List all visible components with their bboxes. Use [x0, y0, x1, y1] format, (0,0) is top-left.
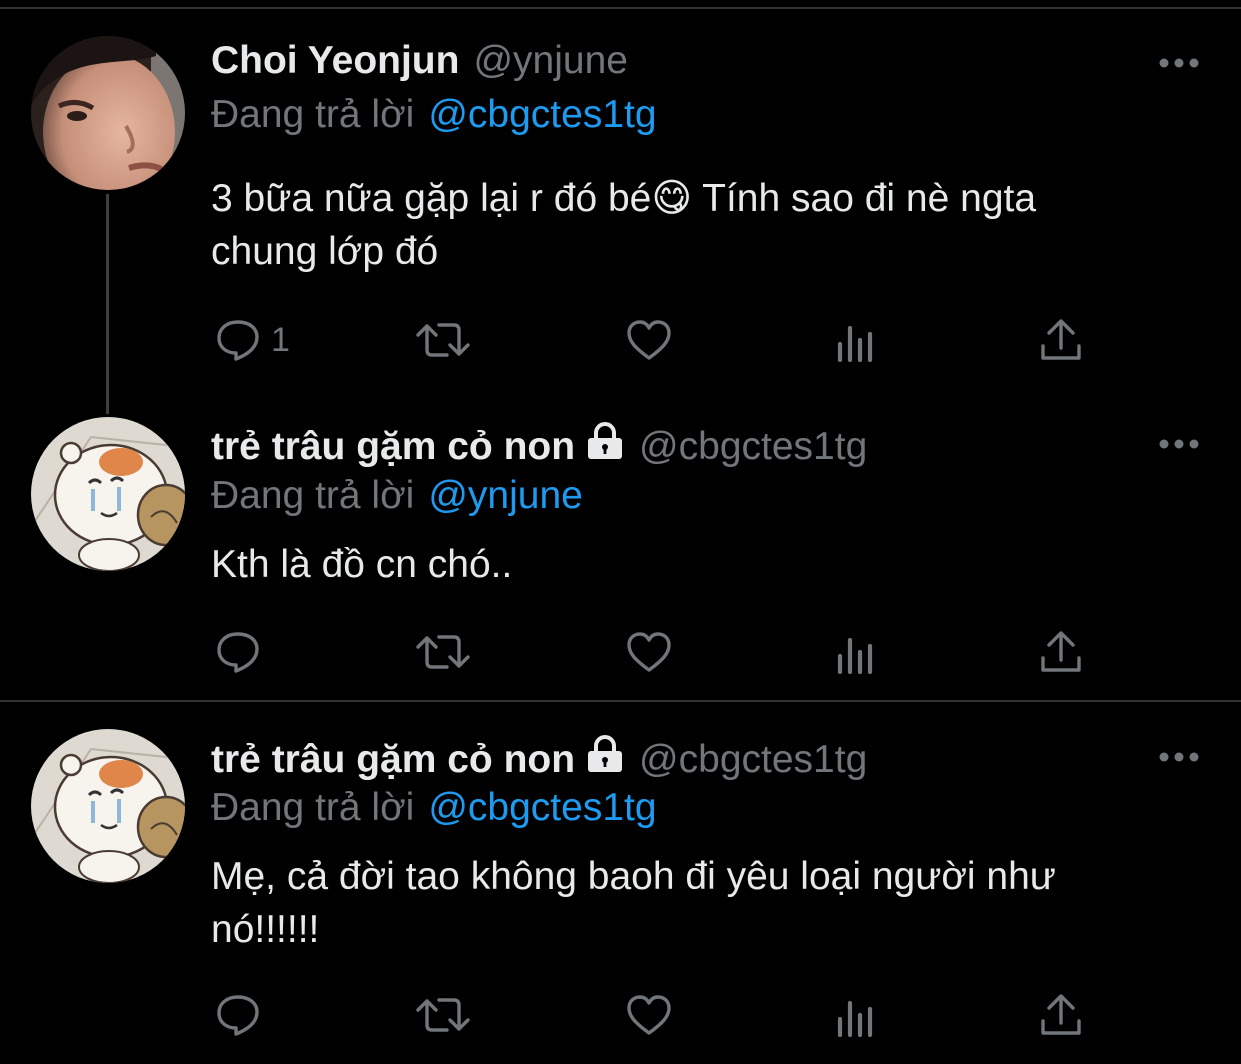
- reply-context: Đang trả lời @ynjune: [211, 473, 583, 519]
- tweet-text-line: chung lớp đó: [211, 230, 439, 273]
- retweet-icon: [415, 630, 471, 674]
- reply-mention[interactable]: @ynjune: [428, 474, 583, 517]
- tweet-header: trẻ trâu gặm cỏ non @cbgctes1tg: [211, 735, 867, 784]
- retweet-icon: [415, 318, 471, 362]
- avatar-tre-trau[interactable]: [31, 417, 185, 571]
- user-handle[interactable]: @ynjune: [473, 38, 628, 84]
- reply-icon: [215, 993, 261, 1037]
- display-name[interactable]: trẻ trâu gặm cỏ non: [211, 737, 575, 783]
- heart-icon: [625, 318, 673, 362]
- replying-to-label: Đang trả lời: [211, 786, 415, 829]
- tweet-text-line: Kth là đồ cn chó..: [211, 543, 513, 586]
- share-icon: [1039, 630, 1083, 676]
- views-icon: [835, 993, 879, 1037]
- reply-button[interactable]: [215, 630, 271, 674]
- tweet-text-line: 3 bữa nữa gặp lại r đó bé😋 Tính sao đi n…: [211, 177, 1037, 220]
- reply-context: Đang trả lời @cbgctes1tg: [211, 785, 657, 831]
- thread-connector: [106, 194, 109, 414]
- share-button[interactable]: [1039, 318, 1083, 364]
- avatar-tre-trau[interactable]: [31, 729, 185, 883]
- reply-button[interactable]: 1: [215, 318, 290, 362]
- tweet-divider: [0, 700, 1241, 702]
- tweet-actions: 1: [211, 318, 1111, 368]
- retweet-button[interactable]: [415, 318, 471, 362]
- share-button[interactable]: [1039, 993, 1083, 1039]
- share-button[interactable]: [1039, 630, 1083, 676]
- top-divider: [0, 7, 1241, 9]
- reply-mention[interactable]: @cbgctes1tg: [428, 786, 656, 829]
- more-icon[interactable]: [1158, 437, 1200, 449]
- views-button[interactable]: [835, 630, 879, 674]
- views-icon: [835, 630, 879, 674]
- avatar-choi-yeonjun[interactable]: [31, 36, 185, 190]
- tweet-actions: [211, 993, 1111, 1043]
- like-button[interactable]: [625, 630, 673, 674]
- lock-icon: [585, 422, 625, 471]
- user-handle[interactable]: @cbgctes1tg: [639, 424, 867, 470]
- reply-icon: [215, 318, 261, 362]
- views-button[interactable]: [835, 318, 879, 362]
- more-icon[interactable]: [1158, 750, 1200, 762]
- replying-to-label: Đang trả lời: [211, 93, 415, 136]
- reply-mention[interactable]: @cbgctes1tg: [428, 93, 656, 136]
- user-handle[interactable]: @cbgctes1tg: [639, 737, 867, 783]
- tweet-header: trẻ trâu gặm cỏ non @cbgctes1tg: [211, 422, 867, 471]
- like-button[interactable]: [625, 318, 673, 362]
- heart-icon: [625, 993, 673, 1037]
- tweet-text: 3 bữa nữa gặp lại r đó bé😋 Tính sao đi n…: [211, 172, 1171, 278]
- display-name[interactable]: trẻ trâu gặm cỏ non: [211, 424, 575, 470]
- retweet-button[interactable]: [415, 630, 471, 674]
- tweet-text-line: nó!!!!!!: [211, 908, 320, 951]
- tweet-actions: [211, 630, 1111, 680]
- retweet-button[interactable]: [415, 993, 471, 1037]
- views-icon: [835, 318, 879, 362]
- views-button[interactable]: [835, 993, 879, 1037]
- display-name[interactable]: Choi Yeonjun: [211, 38, 459, 84]
- tweet-text: Mẹ, cả đời tao không baoh đi yêu loại ng…: [211, 850, 1171, 956]
- share-icon: [1039, 318, 1083, 364]
- reply-icon: [215, 630, 261, 674]
- reply-button[interactable]: [215, 993, 271, 1037]
- tweet-text-line: Mẹ, cả đời tao không baoh đi yêu loại ng…: [211, 855, 1056, 898]
- heart-icon: [625, 630, 673, 674]
- share-icon: [1039, 993, 1083, 1039]
- tweet-header: Choi Yeonjun @ynjune: [211, 38, 628, 84]
- reply-context: Đang trả lời @cbgctes1tg: [211, 92, 657, 138]
- reply-count: 1: [271, 320, 290, 359]
- lock-icon: [585, 735, 625, 784]
- like-button[interactable]: [625, 993, 673, 1037]
- tweet-text: Kth là đồ cn chó..: [211, 538, 1171, 591]
- replying-to-label: Đang trả lời: [211, 474, 415, 517]
- more-icon[interactable]: [1158, 56, 1200, 68]
- retweet-icon: [415, 993, 471, 1037]
